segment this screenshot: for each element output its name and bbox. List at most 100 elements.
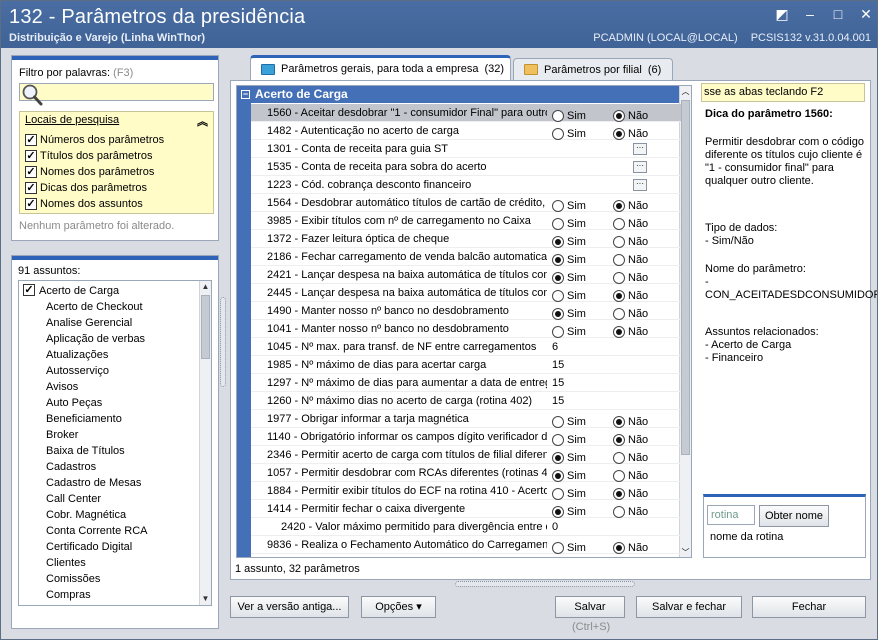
param-value[interactable]: Sim Não [548, 104, 681, 122]
subject-item[interactable]: Cadastro de Mesas [46, 475, 141, 491]
param-value[interactable]: 15 [548, 392, 681, 410]
param-value[interactable]: Sim Não [548, 536, 681, 554]
param-row[interactable]: 1490 - Manter nosso nº banco no desdobra… [251, 302, 681, 320]
param-row[interactable]: 2421 - Lançar despesa na baixa automátic… [251, 266, 681, 284]
param-value[interactable]: Sim Não [548, 194, 681, 212]
radio-button-icon[interactable] [552, 452, 564, 464]
radio-button-icon[interactable] [613, 452, 625, 464]
param-value[interactable]: 15 [548, 356, 681, 374]
radio-button-icon[interactable] [552, 326, 564, 338]
param-row[interactable]: 1535 - Conta de receita para sobra do ac… [251, 158, 681, 176]
radio-button-icon[interactable] [552, 290, 564, 302]
param-value[interactable]: Sim Não [548, 248, 681, 266]
param-row[interactable]: 1297 - Nº máximo de dias para aumentar a… [251, 374, 681, 392]
subject-item[interactable]: Analise Gerencial [46, 315, 132, 331]
radio-nao[interactable]: Não [613, 539, 648, 557]
param-value[interactable]: 6 [548, 338, 681, 356]
radio-button-icon[interactable] [552, 128, 564, 140]
checkbox-icon[interactable]: ✓ [25, 149, 37, 162]
subject-item[interactable]: Contabilidade [46, 603, 113, 605]
param-value[interactable]: ··· [548, 140, 681, 158]
filter-input[interactable] [19, 83, 214, 101]
radio-button-icon[interactable] [613, 218, 625, 230]
rotina-input[interactable]: rotina [707, 505, 755, 525]
checkbox-icon[interactable]: ✓ [25, 197, 37, 210]
radio-button-icon[interactable] [613, 128, 625, 140]
ellipsis-button[interactable]: ··· [633, 179, 647, 191]
collapse-chevron-icon[interactable]: ︽ [197, 113, 208, 129]
left-splitter-handle[interactable] [220, 297, 226, 387]
subject-item[interactable]: Conta Corrente RCA [46, 523, 148, 539]
param-value[interactable]: Sim Não [548, 212, 681, 230]
param-row[interactable]: 1977 - Obrigar informar a tarja magnétic… [251, 410, 681, 428]
param-row[interactable]: 1045 - Nº max. para transf. de NF entre … [251, 338, 681, 356]
get-name-button[interactable]: Obter nome [759, 505, 829, 527]
radio-button-icon[interactable] [552, 200, 564, 212]
save-close-button[interactable]: Salvar e fechar [636, 596, 742, 618]
param-row[interactable]: 1140 - Obrigatório informar os campos dí… [251, 428, 681, 446]
radio-button-icon[interactable] [613, 470, 625, 482]
parameters-grid[interactable]: − Acerto de Carga ︿ ﹀ 1560 - Aceitar des… [236, 85, 692, 558]
subjects-scrollbar[interactable]: ▲ ▼ [199, 281, 211, 605]
pin-icon[interactable]: ◩ [775, 7, 789, 21]
subject-item[interactable]: Autosserviço [46, 363, 109, 379]
param-row[interactable]: 2445 - Lançar despesa na baixa automátic… [251, 284, 681, 302]
param-value[interactable]: Sim Não [548, 410, 681, 428]
subjects-list[interactable]: ▲ ▼ ✓ Acerto de Carga Acerto de Checkout An… [18, 280, 212, 606]
param-row[interactable]: 1041 - Manter nosso nº banco no desdobra… [251, 320, 681, 338]
radio-button-icon[interactable] [552, 236, 564, 248]
subject-item[interactable]: Baixa de Títulos [46, 443, 125, 459]
subject-item[interactable]: Auto Peças [46, 395, 102, 411]
param-value[interactable]: Sim Não [548, 428, 681, 446]
param-value[interactable]: Sim Não [548, 302, 681, 320]
param-value[interactable]: Sim Não [548, 320, 681, 338]
param-value[interactable]: Sim Não [548, 230, 681, 248]
param-row[interactable]: 1560 - Aceitar desdobrar "1 - consumidor… [251, 104, 681, 122]
ellipsis-button[interactable]: ··· [633, 143, 647, 155]
subject-item[interactable]: Broker [46, 427, 78, 443]
subject-item[interactable]: Certificado Digital [46, 539, 132, 555]
radio-button-icon[interactable] [552, 470, 564, 482]
radio-button-icon[interactable] [613, 506, 625, 518]
scroll-up-icon[interactable]: ︿ [680, 86, 691, 98]
subject-item[interactable]: Beneficiamento [46, 411, 122, 427]
radio-button-icon[interactable] [613, 308, 625, 320]
param-value[interactable]: ··· [548, 176, 681, 194]
option-param-titles[interactable]: ✓ Títulos dos parâmetros [25, 148, 153, 163]
param-value[interactable]: Sim Não [548, 464, 681, 482]
param-value[interactable]: Sim Não [548, 446, 681, 464]
param-value[interactable]: Sim Não [548, 482, 681, 500]
tab-general-params[interactable]: Parâmetros gerais, para toda a empresa (… [250, 55, 511, 80]
subject-item[interactable]: Acerto de Checkout [46, 299, 143, 315]
param-value[interactable]: Sim Não [548, 284, 681, 302]
radio-button-icon[interactable] [613, 236, 625, 248]
param-value[interactable]: 15 [548, 374, 681, 392]
subject-item[interactable]: Cadastros [46, 459, 96, 475]
scroll-down-icon[interactable]: ▼ [200, 593, 211, 605]
radio-button-icon[interactable] [613, 290, 625, 302]
radio-button-icon[interactable] [613, 110, 625, 122]
radio-button-icon[interactable] [613, 200, 625, 212]
ellipsis-button[interactable]: ··· [633, 161, 647, 173]
radio-button-icon[interactable] [613, 434, 625, 446]
option-param-tips[interactable]: ✓ Dicas dos parâmetros [25, 180, 147, 195]
param-row[interactable]: 1372 - Fazer leitura óptica de cheque Sim… [251, 230, 681, 248]
radio-button-icon[interactable] [552, 308, 564, 320]
numeric-value[interactable]: 15 [552, 356, 564, 374]
minimize-icon[interactable]: – [803, 7, 817, 21]
subject-item[interactable]: Compras [46, 587, 91, 603]
checkbox-icon[interactable]: ✓ [25, 133, 37, 146]
radio-button-icon[interactable] [613, 272, 625, 284]
param-value[interactable]: Sim Não [548, 500, 681, 518]
param-row[interactable]: 3985 - Exibir títulos com nº de carregam… [251, 212, 681, 230]
radio-button-icon[interactable] [613, 326, 625, 338]
subject-item[interactable]: Cobr. Magnética [46, 507, 126, 523]
old-version-button[interactable]: Ver a versão antiga... [230, 596, 349, 618]
param-row[interactable]: 2346 - Permitir acerto de carga com títu… [251, 446, 681, 464]
checkbox-icon[interactable]: ✓ [25, 181, 37, 194]
radio-sim[interactable]: Sim [552, 539, 586, 557]
bottom-splitter-handle[interactable] [455, 581, 635, 587]
option-param-numbers[interactable]: ✓ Números dos parâmetros [25, 132, 164, 147]
numeric-value[interactable]: 6 [552, 338, 558, 356]
radio-button-icon[interactable] [552, 506, 564, 518]
